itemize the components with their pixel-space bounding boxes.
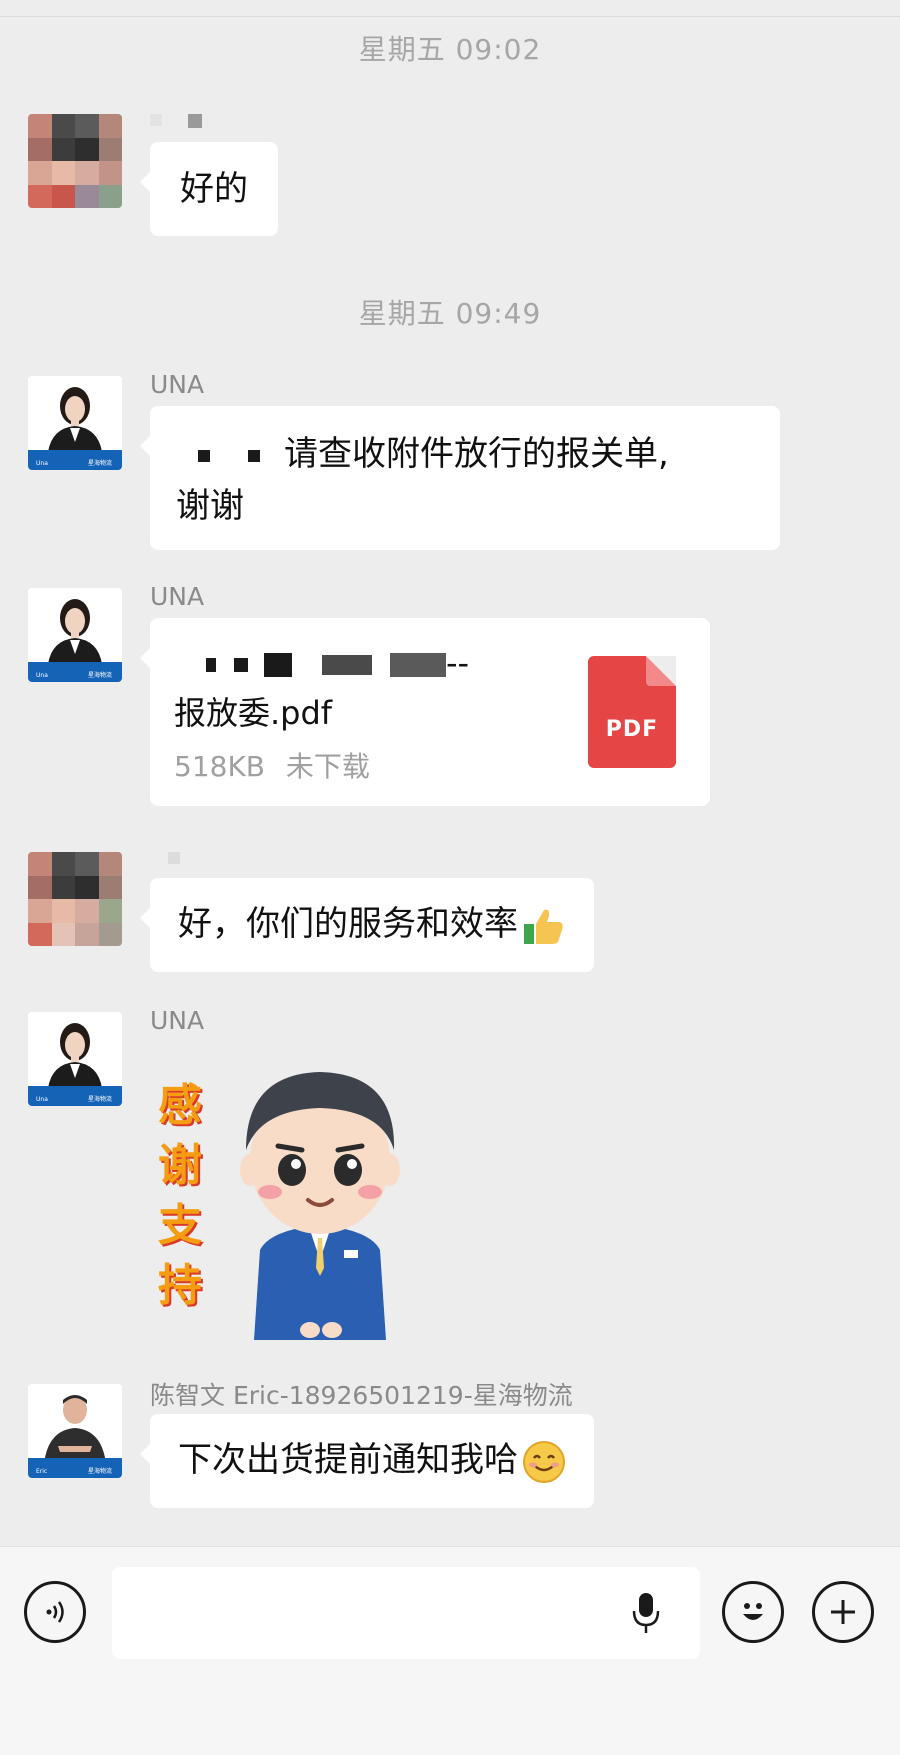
avatar-banner: Una 星海物流 [28, 662, 122, 682]
sender-name-blurred [150, 112, 202, 130]
avatar[interactable] [28, 852, 122, 946]
avatar[interactable]: Una 星海物流 [28, 588, 122, 682]
sender-name: UNA [150, 582, 205, 611]
sender-name-blurred [150, 850, 180, 868]
file-name-line: 报放委.pdf [174, 694, 333, 732]
file-size: 518KB [174, 750, 266, 783]
pdf-icon-label: PDF [605, 717, 659, 742]
redacted-text [248, 449, 260, 462]
avatar[interactable]: Una 星海物流 [28, 1012, 122, 1106]
file-name: -- 报放委.pdf [174, 638, 544, 738]
sender-name: UNA [150, 1006, 205, 1035]
message-bubble[interactable]: 好的 [140, 142, 278, 236]
thumbs-up-icon [522, 904, 566, 948]
avatar-banner: Una 星海物流 [28, 450, 122, 470]
smile-icon [522, 1440, 566, 1484]
redacted-text [206, 658, 216, 672]
message-bubble[interactable]: 请查收附件放行的报关单, 谢谢 [140, 406, 780, 550]
redacted-text [198, 449, 210, 462]
mic-icon[interactable] [626, 1589, 666, 1637]
file-message-bubble[interactable]: -- 报放委.pdf 518KB 未下载 PDF [140, 618, 710, 806]
message-text: 下次出货提前通知我哈 [178, 1440, 518, 1480]
message-text: 好的 [180, 169, 248, 209]
timestamp: 星期五 09:49 [358, 297, 542, 330]
message-bubble[interactable]: 下次出货提前通知我哈 [140, 1414, 594, 1508]
message-text-line: 请查收附件放行的报关单, [284, 434, 669, 474]
thank-you-sticker[interactable]: 感谢支持 [150, 1040, 410, 1340]
sender-name: 陈智文 Eric-18926501219-星海物流 [150, 1381, 573, 1410]
avatar-banner: Una 星海物流 [28, 1086, 122, 1106]
avatar[interactable]: Una 星海物流 [28, 376, 122, 470]
timestamp: 星期五 09:02 [358, 33, 542, 66]
avatar-banner: Eric 星海物流 [28, 1458, 122, 1478]
cartoon-man-icon [240, 1072, 400, 1340]
pdf-file-icon: PDF [588, 656, 676, 768]
voice-icon[interactable] [24, 1581, 86, 1643]
plus-icon[interactable] [812, 1581, 874, 1643]
top-divider [0, 16, 900, 17]
emoji-icon[interactable] [722, 1581, 784, 1643]
message-text: 好，你们的服务和效率 [178, 904, 518, 944]
sender-name: UNA [150, 370, 205, 399]
download-status: 未下载 [285, 750, 370, 783]
message-bubble[interactable]: 好，你们的服务和效率 [140, 878, 594, 972]
avatar[interactable] [28, 114, 122, 208]
file-name-tail: -- [446, 644, 470, 682]
chat-input-bar [0, 1546, 900, 1755]
message-text-line: 谢谢 [176, 486, 244, 526]
avatar[interactable]: Eric 星海物流 [28, 1384, 122, 1478]
message-input[interactable] [112, 1567, 700, 1659]
